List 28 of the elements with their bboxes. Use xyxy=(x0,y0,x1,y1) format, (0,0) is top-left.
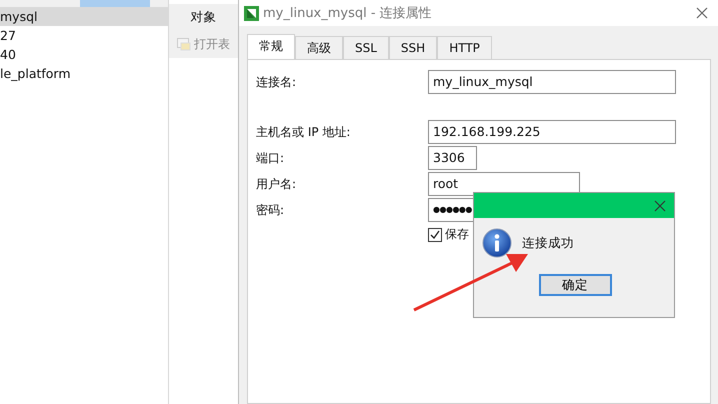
checkbox[interactable] xyxy=(428,228,442,242)
checkbox-label: 保存 xyxy=(445,226,469,243)
objects-tab[interactable]: 对象 xyxy=(169,4,238,30)
connection-item[interactable]: le_platform xyxy=(0,64,168,83)
field-label: 主机名或 IP 地址: xyxy=(256,124,352,140)
field-label: 用户名: xyxy=(256,176,298,192)
table-icon xyxy=(177,38,191,50)
close-icon[interactable] xyxy=(696,7,708,19)
connection-item[interactable]: mysql xyxy=(0,7,168,26)
tab[interactable]: 常规 xyxy=(247,34,295,59)
tab[interactable]: SSL xyxy=(343,36,389,59)
input-field[interactable]: 3306 xyxy=(428,146,477,170)
message-text: 连接成功 xyxy=(522,234,574,252)
input-field[interactable]: 192.168.199.225 xyxy=(428,120,676,144)
tab[interactable]: 高级 xyxy=(295,36,343,59)
connection-item[interactable]: 40 xyxy=(0,45,168,64)
info-icon xyxy=(482,228,512,258)
tab[interactable]: HTTP xyxy=(437,36,492,59)
close-icon[interactable] xyxy=(654,200,666,212)
field-label: 连接名: xyxy=(256,74,298,90)
tab[interactable]: SSH xyxy=(388,36,438,59)
window-title: my_linux_mysql - 连接属性 xyxy=(263,5,432,22)
app-logo-icon xyxy=(244,6,259,20)
ok-button[interactable]: 确定 xyxy=(538,274,612,296)
connection-item[interactable]: 27 xyxy=(0,26,168,45)
input-field[interactable]: my_linux_mysql xyxy=(428,70,676,94)
field-label: 端口: xyxy=(256,150,286,166)
field-label: 密码: xyxy=(256,202,286,218)
